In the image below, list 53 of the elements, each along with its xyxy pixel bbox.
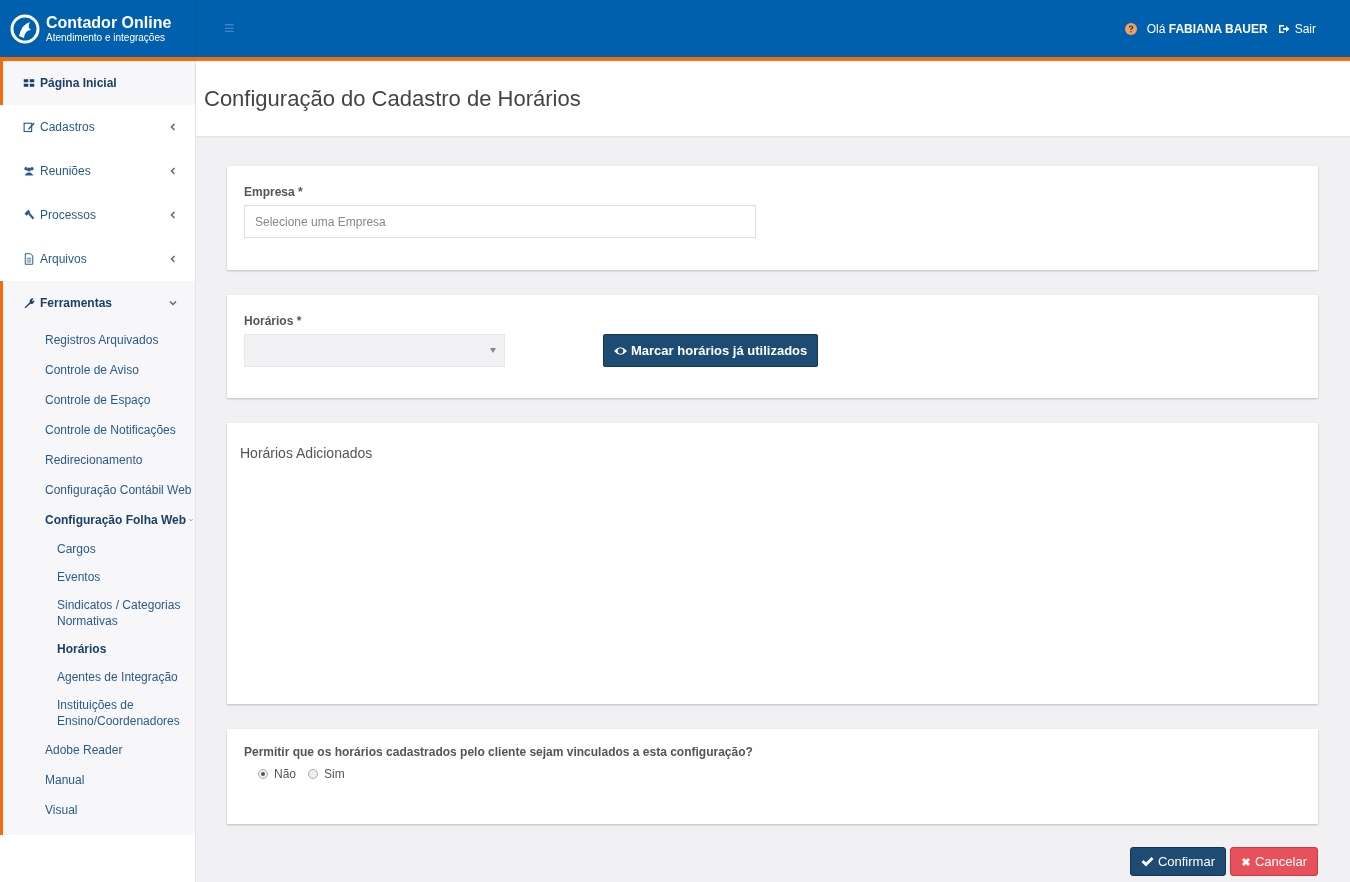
question-text: Permitir que os horários cadastrados pelo cliente sejam vinculados a esta configuração? xyxy=(244,745,754,759)
sidebar-subitem[interactable]: Configuração Contábil Web xyxy=(3,475,195,505)
sidebar-subitem[interactable]: Redirecionamento xyxy=(3,445,195,475)
grid-icon xyxy=(23,77,35,89)
company-input-field[interactable]: Selecione uma Empresa xyxy=(244,205,756,238)
sidebar-subitem[interactable]: Registros Arquivados xyxy=(3,325,195,355)
wrench-icon xyxy=(23,297,35,309)
sidebar-subitem[interactable]: Cargos xyxy=(0,535,195,563)
radio-option[interactable]: Sim xyxy=(308,767,345,781)
chevron-left-icon xyxy=(169,123,177,131)
close-icon xyxy=(1240,856,1251,867)
chevron-left-icon xyxy=(169,255,177,263)
help-icon[interactable] xyxy=(1124,22,1137,35)
panel-title: Horários Adicionados xyxy=(240,445,374,461)
chevron-left-icon xyxy=(169,167,177,175)
eye-icon xyxy=(614,345,627,356)
sidebar-subitem[interactable]: Sindicatos / Categorias Normativas xyxy=(0,591,195,635)
document-icon xyxy=(23,253,35,265)
sidebar-subitem[interactable]: Visual xyxy=(3,795,195,825)
sidebar-subitem[interactable]: Horários xyxy=(0,635,195,663)
people-icon xyxy=(23,165,35,177)
brand-subtitle: Atendimento e integrações xyxy=(46,32,166,43)
field-label: Horários * xyxy=(244,314,302,328)
confirm-button[interactable]: Confirmar xyxy=(1129,847,1226,876)
sidebar-subitem[interactable]: Configuração Folha Web xyxy=(3,505,195,535)
sidebar-subitem[interactable]: Agentes de Integração xyxy=(0,663,195,691)
logout-link[interactable]: Sair xyxy=(1277,21,1316,36)
sidebar-subitem[interactable]: Eventos xyxy=(0,563,195,591)
field-label: Empresa * xyxy=(244,185,303,199)
cancel-button[interactable]: Cancelar xyxy=(1229,847,1318,876)
brand-title: Contador Online xyxy=(46,14,172,32)
sidebar-subitem[interactable]: Controle de Espaço xyxy=(3,385,195,415)
sidebar-item[interactable]: Arquivos xyxy=(0,237,195,281)
bird-logo-icon xyxy=(10,13,40,44)
sidebar-subitem[interactable]: Instituições de Ensino/Coordenadores xyxy=(0,691,195,735)
sidebar-subitem[interactable]: Adobe Reader xyxy=(3,735,195,765)
radio-option[interactable]: Não xyxy=(258,767,296,781)
sidebar-subitem[interactable]: Controle de Aviso xyxy=(3,355,195,385)
user-greeting: Olá FABIANA BAUER xyxy=(1146,21,1268,36)
caret-icon xyxy=(490,348,496,353)
sidebar-item[interactable]: Reuniões xyxy=(0,149,195,193)
sign-out-icon xyxy=(1277,22,1290,35)
sidebar-item[interactable]: Processos xyxy=(0,193,195,237)
chevron-left-icon xyxy=(169,211,177,219)
sidebar-subitem[interactable]: Manual xyxy=(3,765,195,795)
gavel-icon xyxy=(23,209,35,221)
sidebar-subitem[interactable]: Controle de Notificações xyxy=(3,415,195,445)
chevron-down-icon xyxy=(169,299,177,307)
edit-icon xyxy=(23,121,35,133)
page-title: Configuração do Cadastro de Horários xyxy=(204,85,581,112)
sidebar-item[interactable]: Página Inicial xyxy=(0,61,195,105)
sidebar-item[interactable]: Cadastros xyxy=(0,105,195,149)
check-icon xyxy=(1140,856,1154,867)
